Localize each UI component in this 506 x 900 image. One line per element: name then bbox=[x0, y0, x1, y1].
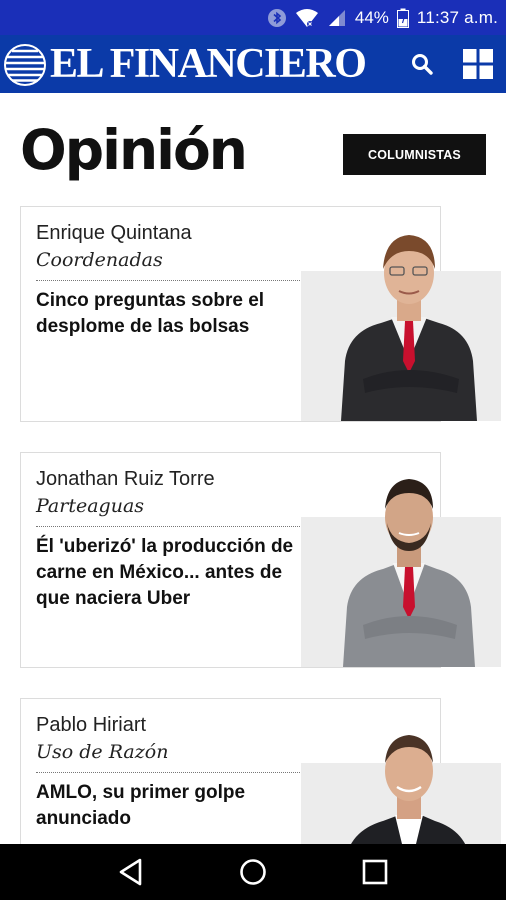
author-photo bbox=[301, 235, 501, 421]
bluetooth-icon bbox=[267, 8, 287, 28]
brand-logo-text: EL FINANCIERO bbox=[50, 41, 367, 87]
article-card[interactable]: Jonathan Ruiz Torre Parteaguas Él 'uberi… bbox=[20, 452, 501, 668]
article-card[interactable]: Enrique Quintana Coordenadas Cinco pregu… bbox=[20, 206, 501, 422]
article-column-name: Parteaguas bbox=[36, 495, 145, 517]
article-headline[interactable]: Él 'uberizó' la producción de carne en M… bbox=[36, 534, 304, 612]
home-icon bbox=[240, 859, 266, 885]
back-button[interactable] bbox=[111, 852, 151, 892]
globe-logo-icon bbox=[4, 44, 46, 86]
article-author[interactable]: Enrique Quintana bbox=[36, 222, 192, 245]
article-author[interactable]: Jonathan Ruiz Torre bbox=[36, 468, 215, 491]
system-nav-bar bbox=[0, 844, 506, 900]
signal-icon bbox=[327, 8, 347, 28]
card-divider bbox=[36, 526, 300, 527]
article-headline[interactable]: AMLO, su primer golpe anunciado bbox=[36, 780, 304, 832]
brand-logo[interactable]: EL FINANCIERO bbox=[0, 41, 367, 87]
article-column-name: Coordenadas bbox=[36, 249, 163, 271]
author-photo bbox=[301, 479, 501, 667]
recents-icon bbox=[362, 859, 388, 885]
article-author[interactable]: Pablo Hiriart bbox=[36, 714, 146, 737]
grid-menu-icon bbox=[463, 49, 493, 79]
home-button[interactable] bbox=[233, 852, 273, 892]
page-title: Opinión bbox=[20, 118, 248, 182]
card-divider bbox=[36, 772, 300, 773]
back-icon bbox=[119, 858, 142, 886]
search-icon bbox=[412, 54, 433, 75]
battery-percent: 44% bbox=[354, 7, 389, 27]
grid-menu-button[interactable] bbox=[462, 48, 494, 80]
recents-button[interactable] bbox=[355, 852, 395, 892]
clock: 11:37 a.m. bbox=[416, 7, 498, 27]
article-headline[interactable]: Cinco preguntas sobre el desplome de las… bbox=[36, 288, 304, 340]
wifi-icon bbox=[295, 8, 319, 28]
battery-icon bbox=[396, 8, 409, 28]
app-header: EL FINANCIERO bbox=[0, 35, 506, 93]
columnistas-button[interactable]: COLUMNISTAS bbox=[343, 134, 486, 175]
card-divider bbox=[36, 280, 300, 281]
status-bar: 44% 11:37 a.m. bbox=[0, 0, 506, 35]
article-column-name: Uso de Razón bbox=[36, 741, 169, 763]
search-button[interactable] bbox=[406, 48, 438, 80]
